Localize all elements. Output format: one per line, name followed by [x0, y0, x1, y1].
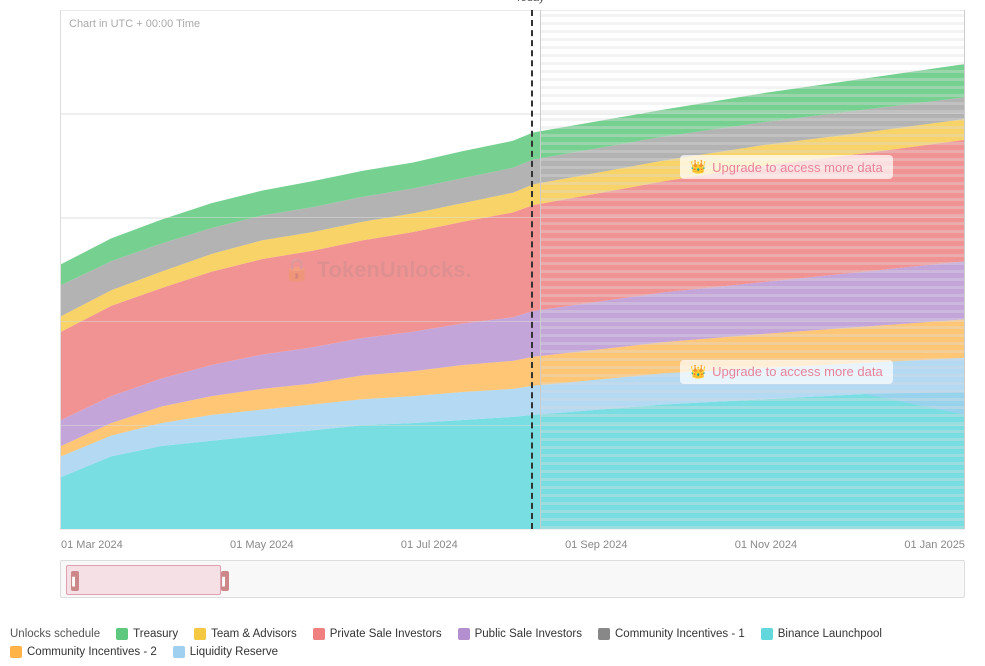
legend-header: Unlocks schedule: [10, 628, 100, 640]
future-overlay: [540, 10, 965, 529]
upgrade-banner-top[interactable]: 👑 Upgrade to access more data: [680, 155, 893, 179]
scrollbar[interactable]: ▌ ▌: [60, 560, 965, 598]
private-color: [313, 628, 325, 640]
chart-area: Chart in UTC + 00:00 Time 🔒 TokenUnlocks…: [60, 10, 965, 530]
community1-label: Community Incentives - 1: [615, 628, 745, 640]
legend-item-team: Team & Advisors: [194, 628, 297, 640]
x-label-jul: 01 Jul 2024: [401, 539, 458, 551]
team-label: Team & Advisors: [211, 628, 297, 640]
upgrade-text-top: Upgrade to access more data: [712, 160, 883, 175]
x-label-sep: 01 Sep 2024: [565, 539, 627, 551]
private-label: Private Sale Investors: [330, 628, 442, 640]
scrollbar-handle-left[interactable]: ▌: [71, 571, 79, 591]
binance-label: Binance Launchpool: [778, 628, 882, 640]
crown-icon-bottom: 👑: [690, 364, 706, 380]
community1-color: [598, 628, 610, 640]
x-label-jan: 01 Jan 2025: [904, 539, 965, 551]
legend-item-treasury: Treasury: [116, 628, 178, 640]
legend-item-community1: Community Incentives - 1: [598, 628, 745, 640]
crown-icon-top: 👑: [690, 159, 706, 175]
legend-item-liquidity: Liquidity Reserve: [173, 646, 278, 658]
scrollbar-thumb[interactable]: ▌ ▌: [66, 565, 221, 595]
team-color: [194, 628, 206, 640]
x-label-nov: 01 Nov 2024: [735, 539, 797, 551]
upgrade-text-bottom: Upgrade to access more data: [712, 364, 883, 379]
public-label: Public Sale Investors: [475, 628, 582, 640]
treasury-color: [116, 628, 128, 640]
scrollbar-handle-right[interactable]: ▌: [221, 571, 229, 591]
legend-item-public: Public Sale Investors: [458, 628, 582, 640]
public-color: [458, 628, 470, 640]
today-label: Today: [515, 0, 544, 4]
community2-label: Community Incentives - 2: [27, 646, 157, 658]
upgrade-banner-bottom[interactable]: 👑 Upgrade to access more data: [680, 360, 893, 384]
treasury-label: Treasury: [133, 628, 178, 640]
x-label-mar: 01 Mar 2024: [61, 539, 123, 551]
x-axis: 01 Mar 2024 01 May 2024 01 Jul 2024 01 S…: [61, 539, 965, 551]
x-label-may: 01 May 2024: [230, 539, 294, 551]
community2-color: [10, 646, 22, 658]
liquidity-color: [173, 646, 185, 658]
legend-item-community2: Community Incentives - 2: [10, 646, 157, 658]
today-line: Today: [531, 10, 533, 529]
legend: Unlocks schedule Treasury Team & Advisor…: [0, 628, 985, 658]
legend-item-binance: Binance Launchpool: [761, 628, 882, 640]
binance-color: [761, 628, 773, 640]
chart-container: 1.00b 800m 600m 400m 200m 0 Chart in UTC…: [0, 0, 985, 666]
liquidity-label: Liquidity Reserve: [190, 646, 278, 658]
legend-item-private: Private Sale Investors: [313, 628, 442, 640]
